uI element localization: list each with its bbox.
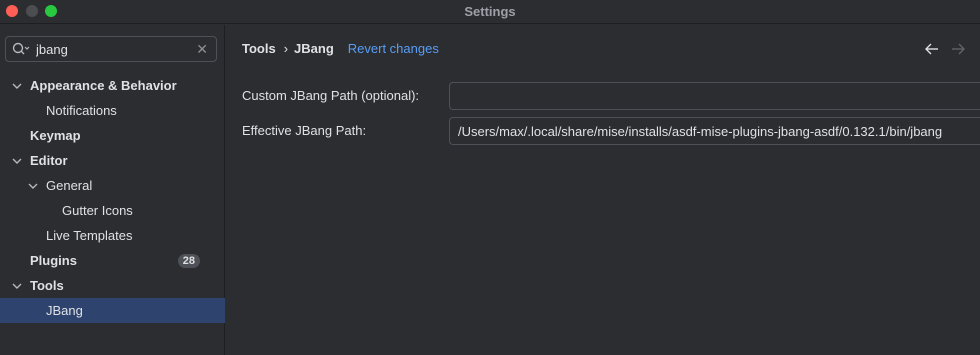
close-icon[interactable]: ✕ <box>196 40 208 58</box>
effective-path-field[interactable] <box>449 117 980 145</box>
sidebar-item-plugins[interactable]: Plugins 28 <box>0 248 225 273</box>
sidebar-item-label: Live Templates <box>46 228 133 243</box>
custom-path-label: Custom JBang Path (optional): <box>242 88 420 103</box>
sidebar-item-label: Editor <box>30 153 68 168</box>
sidebar-item-tools[interactable]: Tools <box>0 273 225 298</box>
breadcrumb-separator: › <box>283 41 289 56</box>
sidebar-item-notifications[interactable]: Notifications <box>0 98 225 123</box>
revert-changes-link[interactable]: Revert changes <box>348 41 439 56</box>
custom-path-input[interactable] <box>450 83 980 109</box>
chevron-down-icon[interactable] <box>12 81 22 91</box>
sidebar-item-gutter-icons[interactable]: Gutter Icons <box>0 198 225 223</box>
custom-path-field[interactable] <box>449 82 980 110</box>
settings-tree: Appearance & Behavior Notifications Keymap… <box>0 73 225 323</box>
settings-content: Tools › JBang Revert changes Custom JBang P… <box>226 25 980 355</box>
chevron-down-icon[interactable] <box>28 181 38 191</box>
breadcrumb-parent[interactable]: Tools <box>242 41 276 56</box>
sidebar-item-label: General <box>46 178 93 193</box>
chevron-down-icon[interactable] <box>12 281 22 291</box>
sidebar-item-appearance-behavior[interactable]: Appearance & Behavior <box>0 73 225 98</box>
sidebar-item-label: Notifications <box>46 103 117 118</box>
title-bar: Settings <box>0 0 980 24</box>
sidebar-item-general[interactable]: General <box>0 173 225 198</box>
search-input[interactable] <box>36 40 186 58</box>
window-title: Settings <box>464 4 516 19</box>
breadcrumb: Tools › JBang Revert changes <box>242 40 439 58</box>
sidebar-item-label: Gutter Icons <box>62 203 133 218</box>
search-icon[interactable] <box>12 41 30 57</box>
search-box[interactable]: ✕ <box>5 36 217 62</box>
plugins-count-badge: 28 <box>177 254 200 268</box>
sidebar-item-keymap[interactable]: Keymap <box>0 123 225 148</box>
arrow-right-icon[interactable] <box>950 42 966 56</box>
sidebar-item-editor[interactable]: Editor <box>0 148 225 173</box>
chevron-down-icon[interactable] <box>12 156 22 166</box>
effective-path-label: Effective JBang Path: <box>242 123 367 138</box>
settings-sidebar: ✕ Appearance & Behavior Notifications Keym… <box>0 25 225 355</box>
sidebar-item-label: Appearance & Behavior <box>30 78 177 93</box>
sidebar-item-label: Plugins <box>30 253 77 268</box>
sidebar-item-label: Tools <box>30 278 64 293</box>
breadcrumb-current: JBang <box>294 41 334 56</box>
sidebar-item-label: JBang <box>46 303 83 318</box>
effective-path-input[interactable] <box>450 118 980 144</box>
sidebar-item-live-templates[interactable]: Live Templates <box>0 223 225 248</box>
arrow-left-icon[interactable] <box>924 42 940 56</box>
sidebar-item-jbang[interactable]: JBang <box>0 298 225 323</box>
sidebar-item-label: Keymap <box>30 128 81 143</box>
